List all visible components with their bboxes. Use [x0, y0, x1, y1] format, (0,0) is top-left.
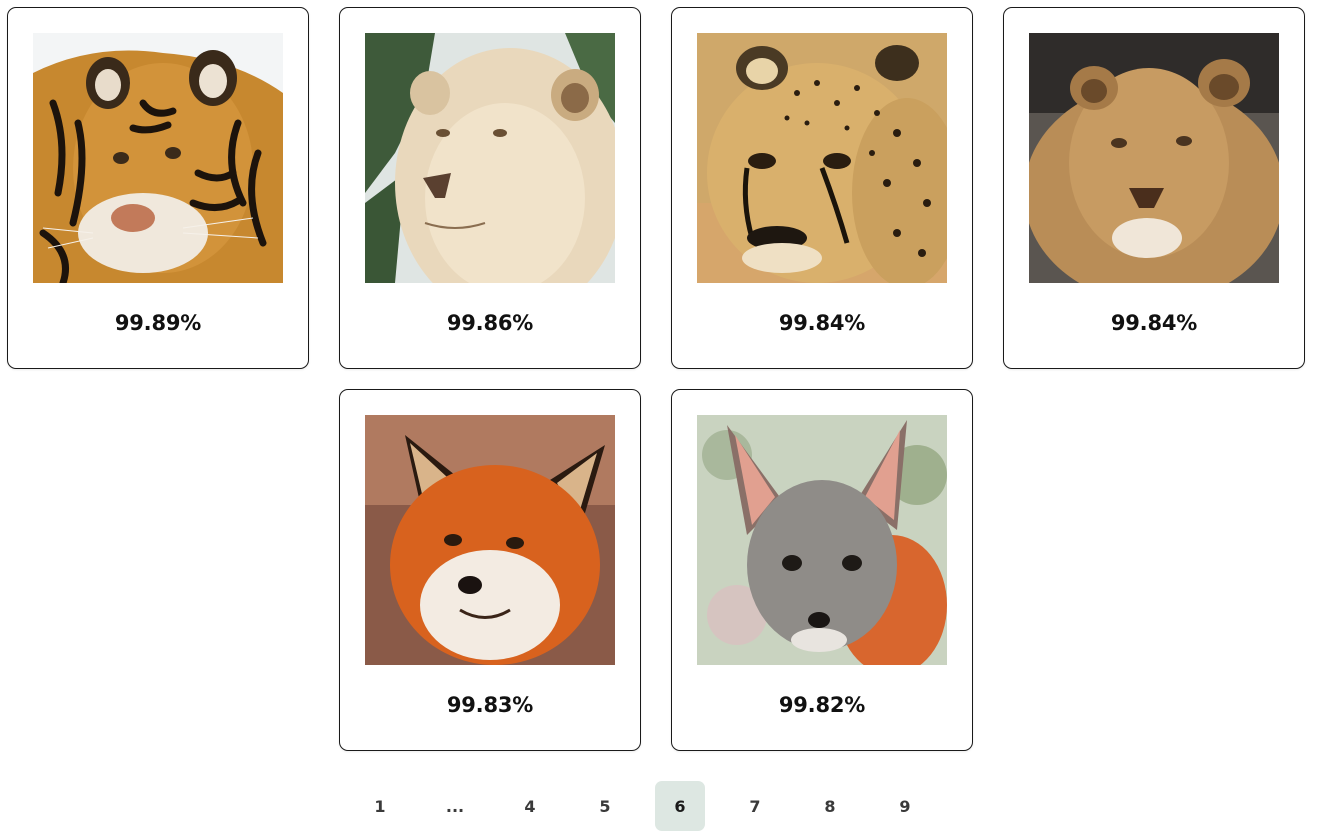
page-button-7[interactable]: 7 [730, 781, 780, 831]
young-lion-icon [1029, 33, 1279, 283]
page-button-8[interactable]: 8 [805, 781, 855, 831]
result-card[interactable]: 99.84% [1003, 7, 1305, 369]
similarity-score: 99.86% [446, 311, 534, 335]
similarity-score: 99.83% [446, 693, 534, 717]
results-grid: 99.89% 99.86% 99.84% 99.84% 99.83% 99.82… [0, 0, 1317, 831]
page-button-4[interactable]: 4 [505, 781, 555, 831]
page-button-5[interactable]: 5 [580, 781, 630, 831]
result-card[interactable]: 99.83% [339, 389, 641, 751]
similarity-score: 99.84% [1110, 311, 1198, 335]
result-card[interactable]: 99.82% [671, 389, 973, 751]
white-lion-icon [365, 33, 615, 283]
result-card[interactable]: 99.86% [339, 7, 641, 369]
result-card[interactable]: 99.84% [671, 7, 973, 369]
red-fox-icon [365, 415, 615, 665]
pagination: 1 ... 4 5 6 7 8 9 [355, 781, 930, 831]
page-button-1[interactable]: 1 [355, 781, 405, 831]
result-card[interactable]: 99.89% [7, 7, 309, 369]
tiger-icon [33, 33, 283, 283]
gray-fox-icon [697, 415, 947, 665]
similarity-score: 99.82% [778, 693, 866, 717]
page-button-9[interactable]: 9 [880, 781, 930, 831]
page-button-6-current[interactable]: 6 [655, 781, 705, 831]
similarity-score: 99.84% [778, 311, 866, 335]
similarity-score: 99.89% [114, 311, 202, 335]
cheetah-icon [697, 33, 947, 283]
page-ellipsis: ... [445, 796, 465, 816]
